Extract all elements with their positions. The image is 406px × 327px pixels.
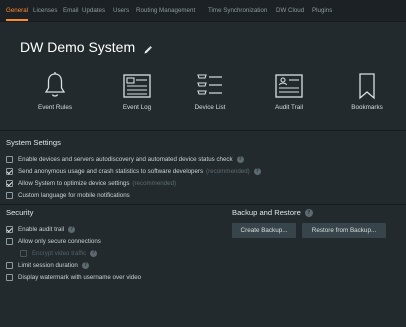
option-custom-language[interactable]: Custom language for mobile notifications: [6, 190, 130, 200]
restore-backup-button[interactable]: Restore from Backup...: [302, 223, 386, 238]
help-icon[interactable]: ?: [304, 208, 313, 217]
tile-event-log[interactable]: Event Log: [98, 68, 176, 122]
help-icon[interactable]: ?: [236, 155, 244, 163]
tile-device-list[interactable]: Device List: [171, 68, 249, 122]
tile-label: Bookmarks: [351, 104, 383, 111]
tab-updates[interactable]: Updates: [82, 0, 105, 21]
checkbox[interactable]: [6, 273, 13, 281]
tab-routing-management[interactable]: Routing Management: [136, 0, 195, 21]
backup-restore-title: Backup and Restore ?: [232, 208, 313, 217]
tile-label: Device List: [194, 104, 226, 111]
divider: [0, 130, 406, 131]
checkbox: [20, 249, 27, 257]
security-title: Security: [6, 208, 34, 217]
audit-trail-icon: [275, 74, 303, 98]
pencil-icon[interactable]: [143, 42, 153, 54]
tab-time-synchronization[interactable]: Time Synchronization: [208, 0, 267, 21]
option-display-watermark[interactable]: Display watermark with username over vid…: [6, 272, 141, 282]
checkbox[interactable]: [6, 261, 13, 269]
tab-email[interactable]: Email: [63, 0, 78, 21]
system-name: DW Demo System: [20, 39, 136, 55]
help-icon[interactable]: ?: [90, 249, 98, 257]
settings-tab-bar: General Licenses Email Updates Users Rou…: [0, 0, 406, 22]
system-title-row: DW Demo System: [20, 38, 153, 56]
help-icon[interactable]: ?: [68, 225, 76, 233]
system-settings-title: System Settings: [6, 138, 61, 147]
create-backup-button[interactable]: Create Backup...: [232, 223, 296, 238]
option-optimize-device-settings[interactable]: Allow System to optimize device settings…: [6, 178, 176, 188]
checkbox[interactable]: [6, 167, 13, 175]
tile-label: Audit Trail: [275, 104, 303, 111]
event-log-icon: [123, 74, 151, 98]
tab-licenses[interactable]: Licenses: [33, 0, 57, 21]
option-enable-audit-trail[interactable]: Enable audit trail ?: [6, 224, 76, 234]
tile-bookmarks[interactable]: Bookmarks: [328, 68, 406, 122]
checkbox[interactable]: [6, 237, 13, 245]
bell-icon: [44, 72, 66, 97]
divider: [0, 204, 406, 205]
bookmark-icon: [359, 73, 375, 100]
tile-audit-trail[interactable]: Audit Trail: [250, 68, 328, 122]
help-icon[interactable]: ?: [253, 167, 261, 175]
tab-users[interactable]: Users: [113, 0, 129, 21]
checkbox[interactable]: [6, 225, 13, 233]
option-autodiscovery[interactable]: Enable devices and servers autodiscovery…: [6, 154, 244, 164]
option-encrypt-video: Encrypt video traffic ?: [20, 248, 98, 258]
option-send-statistics[interactable]: Send anonymous usage and crash statistic…: [6, 166, 261, 176]
tab-dw-cloud[interactable]: DW Cloud: [276, 0, 304, 21]
checkbox[interactable]: [6, 179, 13, 187]
tab-plugins[interactable]: Plugins: [312, 0, 332, 21]
tab-general[interactable]: General: [6, 0, 29, 21]
checkbox[interactable]: [6, 191, 13, 199]
tile-event-rules[interactable]: Event Rules: [16, 68, 94, 122]
checkbox[interactable]: [6, 155, 13, 163]
option-limit-session-duration[interactable]: Limit session duration ?: [6, 260, 89, 270]
option-secure-connections[interactable]: Allow only secure connections: [6, 236, 101, 246]
tile-label: Event Rules: [38, 104, 72, 111]
device-list-icon: [197, 74, 222, 95]
help-icon[interactable]: ?: [81, 261, 89, 269]
tile-label: Event Log: [122, 104, 152, 111]
